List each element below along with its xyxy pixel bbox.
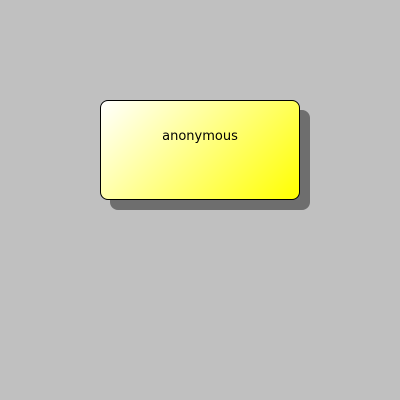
diagram-canvas: anonymous (0, 0, 400, 400)
node-label: anonymous (162, 129, 238, 144)
diagram-node[interactable]: anonymous (100, 100, 300, 200)
